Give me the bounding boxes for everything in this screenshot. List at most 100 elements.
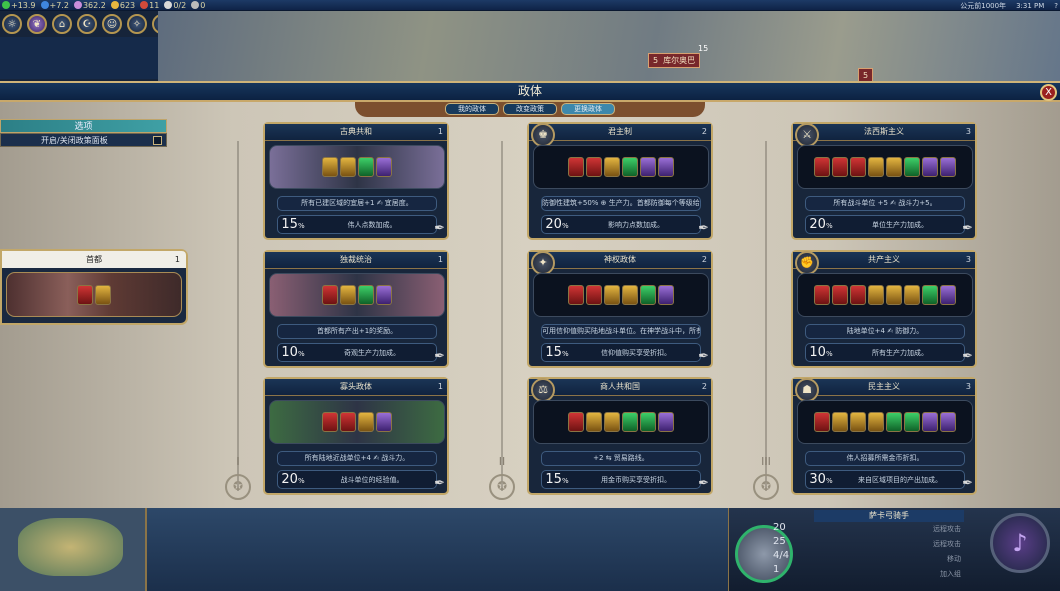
city-population: 15 — [698, 44, 709, 53]
government-header: 共产主义 3 ✊ — [793, 251, 975, 275]
legacy-percent: 20% — [542, 217, 572, 232]
legacy-text: 信仰值购买享受折扣。 — [601, 348, 671, 357]
policy-count: 1 — [437, 127, 443, 136]
resource-value: 623 — [119, 0, 136, 10]
city-banner[interactable]: 5 库尔奥巴 — [648, 53, 701, 68]
military-policy-slot — [814, 157, 830, 177]
legacy-text: 来自区域项目的产出加成。 — [858, 475, 942, 484]
legacy-value: 15 — [545, 472, 562, 487]
legacy-value: 10 — [281, 345, 298, 360]
government-art — [533, 273, 709, 317]
government-icon[interactable]: ⌂ — [52, 14, 72, 34]
great-people-icon[interactable]: ☺ — [102, 14, 122, 34]
checkbox[interactable] — [153, 135, 162, 145]
fascism-icon: ⚔ — [795, 123, 819, 147]
timeline-item[interactable] — [8, 57, 150, 74]
military-policy-slot — [568, 412, 584, 432]
government-card[interactable]: 商人共和国 2 ⚖ +2 ⇆ 贸易路线。 15% 用金币购买享受折扣。 ✒ — [527, 377, 713, 495]
unit-strength: 20 — [773, 522, 786, 533]
military-policy-slot — [322, 285, 338, 305]
democracy-icon: ☗ — [795, 378, 819, 402]
government-name: 共产主义 — [868, 255, 900, 264]
economic-policy-slot — [622, 285, 638, 305]
economic-policy-slot — [886, 285, 902, 305]
policy-count: 1 — [437, 382, 443, 391]
minimap[interactable] — [0, 508, 147, 591]
military-policy-slot — [77, 284, 93, 305]
wildcard-policy-slot — [658, 412, 674, 432]
help-button[interactable]: ? — [1054, 2, 1058, 10]
government-name: 君主制 — [608, 127, 632, 136]
resource-icon — [140, 1, 149, 9]
government-card[interactable]: 神权政体 2 ✦ 可用信仰值购买陆地战斗单位。在神学战斗中，所有单位+5 ✍ 宗教战斗… — [527, 250, 713, 368]
legacy-percent: 20% — [278, 472, 308, 487]
economic-policy-slot — [886, 157, 902, 177]
government-card[interactable]: 共产主义 3 ✊ 陆地单位+4 ✍ 防御力。 10% 所有生产力加成。 ✒ — [791, 250, 977, 368]
resource-indicator: 11 — [140, 1, 159, 10]
government-card[interactable]: 古典共和 1 所有已建区域的宜居+1 ✍ 宜居度。 15% 伟人点数加成。 ✒ — [263, 122, 449, 240]
government-card[interactable]: 独裁统治 1 首都所有产出+1的奖励。 10% 奇观生产力加成。 ✒ — [263, 250, 449, 368]
government-card[interactable]: 寡头政体 1 所有陆地近战单位+4 ✍ 战斗力。 20% 战斗单位的经验值。 ✒ — [263, 377, 449, 495]
tab-change-policies[interactable]: 改变政策 — [503, 103, 557, 115]
government-legacy: 10% 所有生产力加成。 — [805, 343, 965, 362]
religion-icon[interactable]: ☪ — [77, 14, 97, 34]
diplomatic-policy-slot — [640, 412, 656, 432]
wildcard-policy-slot — [922, 412, 938, 432]
unit-action[interactable]: 远程攻击 — [871, 524, 961, 534]
science-icon[interactable]: ☼ — [2, 14, 22, 34]
resource-value: +7.2 — [49, 0, 69, 10]
policy-count: 2 — [701, 127, 707, 136]
top-resource-bar: +13.9 +7.2 362.2 623 11 0/2 0 — [0, 0, 1060, 11]
policy-panel-toggle[interactable]: 开启/关闭政策面板 — [0, 133, 167, 147]
military-policy-slot — [850, 285, 866, 305]
military-policy-slot — [586, 285, 602, 305]
government-bonus: 伟人招募所需金币折扣。 — [805, 451, 965, 466]
government-legacy: 10% 奇观生产力加成。 — [277, 343, 437, 362]
military-policy-slot — [568, 285, 584, 305]
quill-icon: ✒ — [698, 221, 709, 236]
government-header: 古典共和 1 — [265, 124, 447, 141]
close-button[interactable]: X — [1040, 84, 1057, 101]
military-policy-slot — [322, 412, 338, 432]
government-header: 独裁统治 1 — [265, 252, 447, 269]
wildcard-policy-slot — [376, 412, 392, 432]
communism-icon: ✊ — [795, 251, 819, 275]
government-art — [797, 273, 973, 317]
tab-my-government[interactable]: 我的政体 — [445, 103, 499, 115]
quill-icon: ✒ — [962, 349, 973, 364]
wildcard-policy-slot — [922, 157, 938, 177]
government-art — [269, 273, 445, 317]
gods-icon[interactable]: ✧ — [127, 14, 147, 34]
government-card[interactable]: 法西斯主义 3 ⚔ 所有战斗单位 +5 ✍ 战斗力+5。 20% 单位生产力加成。 ✒ — [791, 122, 977, 240]
tier-numeral: II — [498, 455, 506, 468]
unit-action[interactable]: 远程攻击 — [871, 539, 961, 549]
panel-header: 政体 X — [0, 81, 1060, 102]
tab-change-government[interactable]: 更换政体 — [561, 103, 615, 115]
percent-sign: % — [561, 477, 569, 485]
government-legacy: 15% 伟人点数加成。 — [277, 215, 437, 234]
unit-range: 1 — [773, 564, 780, 575]
diplomatic-policy-slot — [904, 157, 920, 177]
resource-value: 0 — [200, 0, 206, 10]
resource-indicator: 0 — [191, 1, 205, 10]
resource-value: 362.2 — [82, 0, 106, 10]
government-legacy: 15% 用金币购买享受折扣。 — [541, 470, 701, 489]
government-card[interactable]: 君主制 2 ♚ 防御性建筑+50% ⊕ 生产力。首都防御每个等级给+1 ⊕ 住房。 20… — [527, 122, 713, 240]
music-note-icon[interactable]: ♪ — [990, 513, 1050, 573]
government-name: 民主主义 — [868, 382, 900, 391]
economic-policy-slot — [904, 285, 920, 305]
unit-action[interactable]: 移动 — [871, 554, 961, 564]
government-bonus: 所有已建区域的宜居+1 ✍ 宜居度。 — [277, 196, 437, 211]
government-name: 神权政体 — [604, 255, 636, 264]
government-card[interactable]: 民主主义 3 ☗ 伟人招募所需金币折扣。 30% 来自区域项目的产出加成。 ✒ — [791, 377, 977, 495]
government-header: 商人共和国 2 ⚖ — [529, 378, 711, 402]
timeline-item[interactable] — [8, 40, 150, 57]
percent-sign: % — [561, 350, 569, 358]
government-panel: 政体 X 我的政体 改变政策 更换政体 选项 开启/关闭政策面板 首都 1 I ✪… — [0, 81, 1060, 508]
world-map-top[interactable]: 5 库尔奥巴 15 5 — [158, 11, 1060, 83]
government-name: 商人共和国 — [600, 382, 640, 391]
world-map-bottom[interactable]: 萨卡弓骑手 20 25 4/4 1 远程攻击 远程攻击 移动 加入组 ♪ — [0, 508, 1060, 591]
civics-icon[interactable]: ❦ — [27, 14, 47, 34]
unit-action[interactable]: 加入组 — [871, 569, 961, 579]
capital-card[interactable]: 首都 1 — [0, 249, 188, 325]
